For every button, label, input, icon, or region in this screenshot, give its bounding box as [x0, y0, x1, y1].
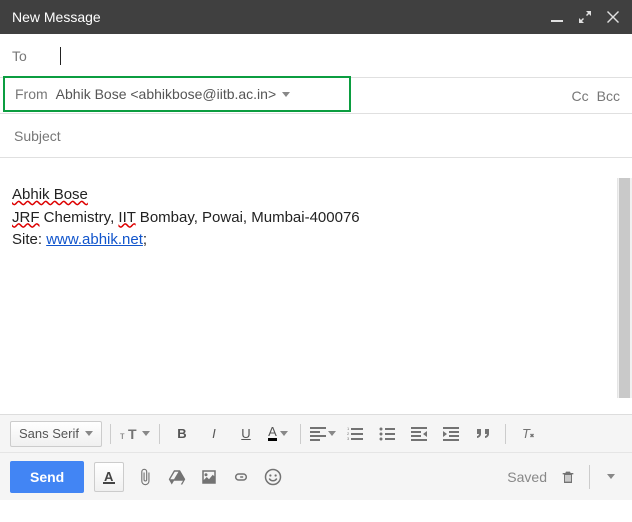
formatting-toggle-button[interactable]: A	[94, 462, 124, 492]
from-row: From Abhik Bose <abhikbose@iitb.ac.in> C…	[0, 78, 632, 114]
svg-text:T: T	[522, 427, 531, 441]
link-icon[interactable]	[230, 466, 252, 488]
cc-toggle[interactable]: Cc	[572, 88, 589, 104]
signature-name: Abhik Bose	[12, 186, 88, 203]
svg-text:A: A	[104, 469, 114, 484]
chevron-down-icon	[280, 431, 288, 436]
emoji-icon[interactable]	[262, 466, 284, 488]
underline-button[interactable]: U	[232, 421, 260, 447]
indent-more-button[interactable]	[437, 421, 465, 447]
text-color-button[interactable]: A	[264, 421, 292, 447]
to-input[interactable]	[61, 34, 620, 77]
bottom-right-group: Saved	[507, 465, 622, 489]
subject-input[interactable]	[12, 127, 620, 145]
attach-icon[interactable]	[134, 466, 156, 488]
chevron-down-icon	[142, 431, 150, 436]
close-icon[interactable]	[606, 10, 620, 24]
compose-header: New Message	[0, 0, 632, 34]
svg-text:3: 3	[347, 436, 350, 441]
font-family-selector[interactable]: Sans Serif	[10, 421, 102, 447]
bcc-toggle[interactable]: Bcc	[597, 88, 620, 104]
signature-line2: JRF Chemistry, IIT Bombay, Powai, Mumbai…	[12, 207, 620, 230]
expand-icon[interactable]	[578, 10, 592, 24]
chevron-down-icon	[85, 431, 93, 436]
saved-status: Saved	[507, 469, 547, 485]
numbered-list-button[interactable]: 123	[341, 421, 369, 447]
scrollbar-thumb[interactable]	[619, 178, 630, 398]
italic-button[interactable]: I	[200, 421, 228, 447]
send-button[interactable]: Send	[10, 461, 84, 493]
formatting-toolbar: Sans Serif тT B I U A 123 T	[0, 414, 632, 452]
bulleted-list-button[interactable]	[373, 421, 401, 447]
separator	[505, 424, 506, 444]
compose-title: New Message	[12, 9, 550, 25]
separator	[589, 465, 590, 489]
chevron-down-icon	[328, 431, 336, 436]
chevron-down-icon	[607, 474, 615, 479]
bold-button[interactable]: B	[168, 421, 196, 447]
subject-row	[0, 114, 632, 158]
svg-text:т: т	[120, 431, 125, 442]
remove-formatting-button[interactable]: T	[514, 421, 542, 447]
to-row: To	[0, 34, 632, 78]
to-label: To	[12, 48, 60, 64]
window-controls	[550, 10, 620, 24]
indent-less-button[interactable]	[405, 421, 433, 447]
minimize-icon[interactable]	[550, 10, 564, 24]
drive-icon[interactable]	[166, 466, 188, 488]
separator	[300, 424, 301, 444]
align-button[interactable]	[309, 421, 337, 447]
from-address[interactable]: Abhik Bose <abhikbose@iitb.ac.in>	[56, 86, 276, 102]
photo-icon[interactable]	[198, 466, 220, 488]
cc-bcc-group: Cc Bcc	[572, 88, 620, 104]
from-label: From	[15, 86, 48, 102]
chevron-down-icon[interactable]	[282, 92, 290, 97]
message-body[interactable]: Abhik Bose JRF Chemistry, IIT Bombay, Po…	[0, 158, 632, 414]
more-options-button[interactable]	[600, 466, 622, 488]
from-selector-highlight: From Abhik Bose <abhikbose@iitb.ac.in>	[3, 76, 351, 112]
signature-link[interactable]: www.abhik.net	[46, 231, 143, 248]
separator	[159, 424, 160, 444]
discard-icon[interactable]	[557, 466, 579, 488]
signature-site: Site: www.abhik.net;	[12, 229, 620, 252]
separator	[110, 424, 111, 444]
bottom-bar: Send A Saved	[0, 452, 632, 500]
font-size-button[interactable]: тT	[119, 421, 151, 447]
svg-text:T: T	[128, 426, 137, 442]
quote-button[interactable]	[469, 421, 497, 447]
